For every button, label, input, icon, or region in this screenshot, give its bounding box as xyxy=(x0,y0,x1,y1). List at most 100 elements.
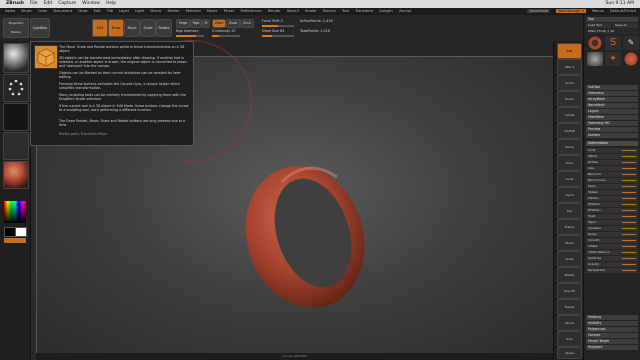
transp-button[interactable]: Transp xyxy=(557,299,582,315)
zb-menu-item[interactable]: Transform xyxy=(355,9,373,13)
zb-menu-item[interactable]: File xyxy=(107,9,113,13)
zcut-button[interactable]: Zcut xyxy=(240,19,254,28)
secondary-color-swatch[interactable] xyxy=(15,227,27,237)
rotate-button[interactable]: Rotate xyxy=(156,19,172,37)
simplebrush-icon[interactable]: S xyxy=(605,36,621,50)
zb-menu-item[interactable]: Render xyxy=(268,9,281,13)
move-button[interactable]: Move xyxy=(124,19,140,37)
save-as-button[interactable]: Save As xyxy=(613,23,638,28)
deform-inflate-balloon[interactable]: Inflate Balloon xyxy=(586,250,638,255)
section-contact[interactable]: Contact xyxy=(586,333,638,338)
zb-menu-item[interactable]: Movie xyxy=(207,9,218,13)
brush-thumbnail[interactable] xyxy=(3,43,29,73)
solo-button[interactable]: Solo xyxy=(557,331,582,347)
zb-menu-item[interactable]: Marker xyxy=(167,9,179,13)
zb-menu-item[interactable]: Color xyxy=(38,9,47,13)
section-fibermesh[interactable]: FiberMesh xyxy=(586,115,638,120)
deform-inflate[interactable]: Inflate xyxy=(586,244,638,249)
star-tool-icon[interactable]: ✦ xyxy=(605,52,621,66)
xpose-button[interactable]: Xpose xyxy=(557,347,582,359)
deform-offset[interactable]: Offset xyxy=(586,154,638,159)
zadd-button[interactable]: Zadd xyxy=(212,19,226,28)
zoom-button[interactable]: Zoom xyxy=(557,91,582,107)
menus-button[interactable]: Menus xyxy=(592,9,604,13)
linefill-button[interactable]: Line Fill xyxy=(557,283,582,299)
alpha-thumbnail[interactable] xyxy=(3,103,29,131)
edit-button[interactable]: Edit xyxy=(92,19,108,37)
eraser-icon[interactable]: ✎ xyxy=(623,36,639,50)
local-button[interactable]: Local xyxy=(557,171,582,187)
zb-menu-item[interactable]: Material xyxy=(186,9,201,13)
bpr-button[interactable]: BPR xyxy=(557,43,582,59)
section-geometry-hd[interactable]: Geometry HD xyxy=(586,121,638,126)
menu-capture[interactable]: Capture xyxy=(58,0,76,8)
section-nanomesh[interactable]: NanoMesh xyxy=(586,103,638,108)
deform-flatten[interactable]: Flatten xyxy=(586,196,638,201)
scroll-button[interactable]: Scroll xyxy=(557,75,582,91)
move-view-button[interactable]: Move xyxy=(557,235,582,251)
zb-menu-item[interactable]: Brush xyxy=(21,9,31,13)
z-intensity-slider[interactable] xyxy=(212,35,240,37)
deform-rotate[interactable]: Rotate xyxy=(586,160,638,165)
xyz-button[interactable]: Xyz xyxy=(557,203,582,219)
section-polygroups[interactable]: Polygroups xyxy=(586,327,638,332)
rotate-view-button[interactable]: Rotate xyxy=(557,267,582,283)
sphere-tool-thumb[interactable] xyxy=(587,52,603,66)
spix-button[interactable]: SPix 3 xyxy=(557,59,582,75)
deform-sflatten[interactable]: SFlatten xyxy=(586,202,638,207)
deform-twist[interactable]: Twist xyxy=(586,214,638,219)
material-thumbnail[interactable] xyxy=(3,161,29,189)
draw-size-slider[interactable] xyxy=(262,35,294,37)
persp-button[interactable]: Persp xyxy=(557,139,582,155)
zsub-button[interactable]: Zsub xyxy=(226,19,240,28)
zb-menu-item[interactable]: Zplugin xyxy=(379,9,393,13)
m-button[interactable]: M xyxy=(202,19,210,28)
section-masking[interactable]: Masking xyxy=(586,315,638,320)
zb-menu-item[interactable]: Preferences xyxy=(240,9,261,13)
zb-menu-item[interactable]: Texture xyxy=(323,9,336,13)
deform-squeeze[interactable]: Squeeze xyxy=(586,226,638,231)
zb-menu-item[interactable]: Document xyxy=(53,9,72,13)
deform-rflatten[interactable]: RFlatten xyxy=(586,208,638,213)
zb-menu-item[interactable]: Alpha xyxy=(5,9,15,13)
zb-menu-item[interactable]: Macro xyxy=(150,9,161,13)
menu-file[interactable]: File xyxy=(30,0,38,8)
deform-size[interactable]: Size xyxy=(586,166,638,171)
section-morph-target[interactable]: Morph Target xyxy=(586,339,638,344)
palette-header[interactable]: Tool xyxy=(586,17,638,22)
zb-menu-item[interactable]: Zscript xyxy=(399,9,411,13)
section-arraymesh[interactable]: ArrayMesh xyxy=(586,97,638,102)
color-picker[interactable] xyxy=(4,201,26,223)
draw-button[interactable]: Draw xyxy=(108,19,124,37)
section-surface[interactable]: Surface xyxy=(586,133,638,138)
frame-button[interactable]: Frame xyxy=(557,219,582,235)
zb-menu-item[interactable]: Stroke xyxy=(305,9,316,13)
section-geometry[interactable]: Geometry xyxy=(586,91,638,96)
projection-master-button[interactable]: Projection Master xyxy=(3,18,29,38)
menu-edit[interactable]: Edit xyxy=(44,0,53,8)
menu-help[interactable]: Help xyxy=(106,0,116,8)
default-zscript-button[interactable]: DefaultZScript xyxy=(610,9,636,13)
section-deformation[interactable]: Deformation xyxy=(586,141,638,146)
ring-tool-thumb-alt[interactable] xyxy=(623,52,639,66)
actual-button[interactable]: Actual xyxy=(557,107,582,123)
scale-button[interactable]: Scale xyxy=(140,19,156,37)
gradient-toggle[interactable] xyxy=(4,238,26,243)
floor-button[interactable]: Floor xyxy=(557,155,582,171)
section-preview[interactable]: Preview xyxy=(586,127,638,132)
stroke-thumbnail[interactable] xyxy=(3,74,29,102)
zb-menu-item[interactable]: Layer xyxy=(119,9,129,13)
aahalf-button[interactable]: AAHalf xyxy=(557,123,582,139)
deform-spherize[interactable]: Spherize xyxy=(586,256,638,261)
zb-menu-item[interactable]: Picker xyxy=(224,9,235,13)
section-polypaint[interactable]: Polypaint xyxy=(586,345,638,350)
section-subtool[interactable]: SubTool xyxy=(586,85,638,90)
mrgb-button[interactable]: Mrgb xyxy=(176,19,190,28)
deform-sskew[interactable]: SSkew xyxy=(586,190,638,195)
rgb-button[interactable]: Rgb xyxy=(190,19,202,28)
see-through-slider[interactable]: See-through 0 xyxy=(556,9,586,13)
section-layers[interactable]: Layers xyxy=(586,109,638,114)
section-visibility[interactable]: Visibility xyxy=(586,321,638,326)
zb-menu-item[interactable]: Tool xyxy=(342,9,349,13)
deform-unify[interactable]: Unify xyxy=(586,148,638,153)
